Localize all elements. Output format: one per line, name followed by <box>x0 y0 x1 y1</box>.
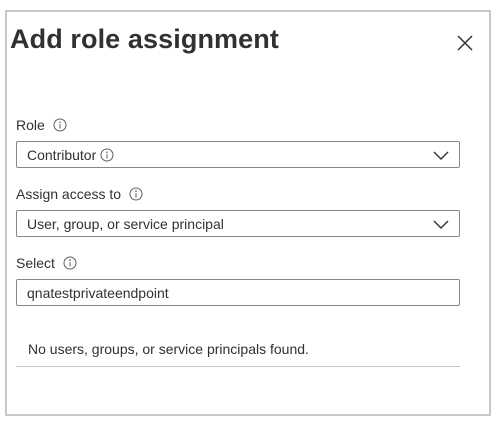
assign-access-selected-text: User, group, or service principal <box>27 215 224 232</box>
assign-access-label: Assign access to <box>16 186 122 202</box>
role-dropdown-value: Contributor <box>27 147 114 163</box>
select-info-icon[interactable] <box>63 256 77 270</box>
chevron-down-icon <box>433 149 449 161</box>
role-label: Role <box>16 117 45 133</box>
role-selected-text: Contributor <box>27 146 97 163</box>
no-results-message: No users, groups, or service principals … <box>28 341 309 357</box>
assign-access-dropdown[interactable]: User, group, or service principal <box>16 210 460 237</box>
select-label-row: Select <box>16 255 77 271</box>
role-label-row: Role <box>16 117 67 133</box>
assign-access-label-row: Assign access to <box>16 186 143 202</box>
role-info-icon[interactable] <box>53 118 67 132</box>
results-divider <box>16 366 460 367</box>
close-icon <box>457 35 473 51</box>
select-label: Select <box>16 255 55 271</box>
assign-access-info-icon[interactable] <box>129 187 143 201</box>
role-dropdown[interactable]: Contributor <box>16 141 460 168</box>
assign-access-dropdown-value: User, group, or service principal <box>27 216 224 232</box>
dialog-title: Add role assignment <box>10 24 279 54</box>
select-search-input[interactable]: qnatestprivateendpoint <box>16 279 460 306</box>
close-button[interactable] <box>454 32 476 54</box>
chevron-down-icon <box>433 218 449 230</box>
select-input-value: qnatestprivateendpoint <box>27 284 169 301</box>
role-value-info-icon[interactable] <box>100 148 114 162</box>
